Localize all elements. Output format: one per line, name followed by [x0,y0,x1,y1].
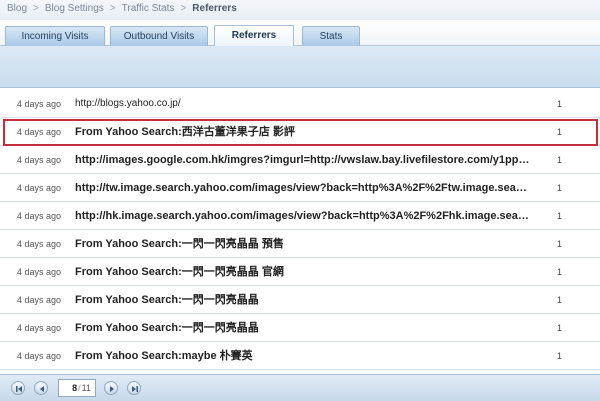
row-referrer-link[interactable]: http://blogs.yahoo.co.jp/ [75,90,530,118]
total-pages: 11 [81,383,91,393]
breadcrumb-separator: > [33,3,39,14]
toolbar [0,46,600,88]
pager: 8/11 [0,374,600,401]
table-row[interactable]: 4 days ago From Yahoo Search:一閃一閃亮晶晶 1 [0,314,600,342]
table-row[interactable]: 4 days ago From Yahoo Search:一閃一閃亮晶晶 預售 … [0,230,600,258]
row-count: 1 [557,295,563,305]
tab-incoming-visits[interactable]: Incoming Visits [5,26,105,46]
row-referrer-link[interactable]: From Yahoo Search:一閃一閃亮晶晶 官網 [75,258,530,286]
breadcrumb-separator: > [180,3,187,14]
tab-stats[interactable]: Stats [302,26,360,46]
tab-bar: Incoming Visits Outbound Visits Referrer… [0,20,600,46]
row-count: 1 [557,239,563,249]
row-referrer-link[interactable]: From Yahoo Search:西洋古董洋果子店 影評 [75,118,530,146]
row-referrer-link[interactable]: From Yahoo Search:maybe 朴賽英 [75,342,530,370]
row-referrer-link[interactable]: http://tw.image.search.yahoo.com/images/… [75,174,530,202]
table-row[interactable]: 4 days ago http://blogs.yahoo.co.jp/ 1 [0,90,600,118]
table-row[interactable]: 4 days ago From Yahoo Search:一閃一閃亮晶晶 官網 … [0,258,600,286]
row-count: 1 [557,267,563,277]
breadcrumb-traffic-stats[interactable]: Traffic Stats [122,3,175,14]
tab-referrers[interactable]: Referrers [214,25,294,46]
row-referrer-link[interactable]: From Yahoo Search:一閃一閃亮晶晶 [75,286,530,314]
breadcrumb-blog[interactable]: Blog [7,3,27,14]
page-separator: / [78,383,81,393]
row-count: 1 [557,323,563,333]
next-page-icon [110,386,114,392]
row-referrer-link[interactable]: http://hk.image.search.yahoo.com/images/… [75,202,530,230]
table-row[interactable]: 4 days ago http://images.google.com.hk/i… [0,146,600,174]
row-time: 4 days ago [17,183,62,193]
tab-outbound-visits[interactable]: Outbound Visits [110,26,208,46]
last-page-button[interactable] [127,381,141,395]
row-referrer-link[interactable]: From Yahoo Search:一閃一閃亮晶晶 預售 [75,230,530,258]
row-time: 4 days ago [17,323,62,333]
table-row[interactable]: 4 days ago From Yahoo Search:maybe 朴賽英 1 [0,342,600,370]
row-time: 4 days ago [17,99,62,109]
row-time: 4 days ago [17,295,62,305]
table-row[interactable]: 4 days ago http://hk.image.search.yahoo.… [0,202,600,230]
breadcrumb-separator: > [109,3,116,14]
row-count: 1 [557,99,563,109]
row-referrer-link[interactable]: From Yahoo Search:一閃一閃亮晶晶 [75,314,530,342]
current-page: 8 [72,383,78,393]
row-time: 4 days ago [17,127,62,137]
row-time: 4 days ago [17,211,62,221]
row-referrer-link[interactable]: http://images.google.com.hk/imgres?imgur… [75,146,530,174]
row-count: 1 [557,155,563,165]
row-count: 1 [557,183,563,193]
table-row[interactable]: 4 days ago From Yahoo Search:一閃一閃亮晶晶 1 [0,286,600,314]
breadcrumb: Blog > Blog Settings > Traffic Stats > Referre… [0,0,600,20]
previous-page-icon [40,386,44,392]
referrer-list: 4 days ago http://blogs.yahoo.co.jp/ 1 4… [0,90,600,374]
row-time: 4 days ago [17,351,62,361]
breadcrumb-current: Referrers [192,3,237,14]
row-count: 1 [557,351,563,361]
row-count: 1 [557,127,563,137]
first-page-icon [16,386,22,392]
row-time: 4 days ago [17,267,62,277]
table-row[interactable]: 4 days ago http://tw.image.search.yahoo.… [0,174,600,202]
next-page-button[interactable] [104,381,118,395]
first-page-button[interactable] [11,381,25,395]
page-number-input[interactable]: 8/11 [58,379,96,397]
last-page-icon [132,386,138,392]
row-time: 4 days ago [17,239,62,249]
breadcrumb-blog-settings[interactable]: Blog Settings [45,3,104,14]
previous-page-button[interactable] [34,381,48,395]
row-time: 4 days ago [17,155,62,165]
table-row-highlighted[interactable]: 4 days ago From Yahoo Search:西洋古董洋果子店 影評… [0,118,600,146]
row-count: 1 [557,211,563,221]
